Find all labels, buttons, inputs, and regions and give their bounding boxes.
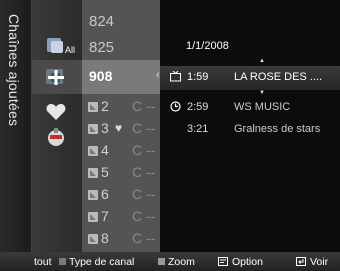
enter-icon (296, 257, 306, 266)
channel-row[interactable]: 3 ♥ C -- (82, 118, 160, 140)
channel-number-column: 824 825 908 2 C -- 3 ♥ C -- 4 C -- 5 C -… (82, 0, 160, 252)
program-time: 3:21 (187, 123, 209, 135)
program-date: 1/1/2008 (186, 40, 229, 52)
selection-left-arrow-icon[interactable]: ‹ (156, 69, 160, 81)
channel-name: C -- (132, 98, 156, 114)
tv-icon (170, 71, 181, 82)
favorite-heart-icon[interactable] (45, 102, 71, 124)
channel-row[interactable]: 7 C -- (82, 206, 160, 228)
gray-button-icon (59, 258, 66, 265)
channel-row[interactable]: 825 (82, 36, 160, 58)
help-all-label[interactable]: tout (34, 256, 52, 268)
channel-name: C -- (132, 120, 156, 136)
channel-number: 824 (89, 13, 115, 30)
channel-row[interactable]: 4 C -- (82, 140, 160, 162)
program-title: LA ROSE DES .... (234, 71, 323, 83)
program-title: WS MUSIC (234, 101, 291, 113)
tv-icon (88, 168, 98, 178)
tv-icon (88, 234, 98, 244)
channel-number: 3 (101, 120, 109, 136)
help-view[interactable]: Voir (310, 256, 328, 268)
program-row-selected[interactable]: 1:59 LA ROSE DES .... (160, 66, 340, 90)
tv-icon (88, 212, 98, 222)
program-list: 1/1/2008 ▲ 1:59 LA ROSE DES .... ▼ 2:59 … (160, 0, 340, 252)
help-option[interactable]: Option (232, 256, 263, 268)
panel-title-strip: Chaînes ajoutées (0, 0, 32, 252)
channel-number: 825 (89, 39, 115, 56)
program-time: 1:59 (187, 71, 209, 83)
add-channel-icon (46, 69, 64, 85)
program-title: Gralness de stars (234, 123, 321, 135)
channel-name: C -- (132, 186, 156, 202)
help-bar: tout Type de canal Zoom Option Voir (0, 252, 340, 271)
tv-icon (88, 102, 98, 112)
channel-row-selected[interactable]: 908 (82, 60, 160, 94)
channel-row[interactable]: 8 C -- (82, 228, 160, 250)
channel-row[interactable]: 6 C -- (82, 184, 160, 206)
channel-number: 4 (101, 142, 109, 158)
channel-number: 5 (101, 164, 109, 180)
program-row[interactable]: 3:21 Gralness de stars (160, 118, 340, 140)
program-time: 2:59 (187, 101, 209, 113)
panel-title: Chaînes ajoutées (6, 14, 22, 127)
channel-name: C -- (132, 164, 156, 180)
favorite-heart-icon: ♥ (115, 121, 123, 135)
channel-number: 6 (101, 186, 109, 202)
scroll-up-arrow-icon[interactable]: ▲ (259, 58, 265, 64)
all-label: All (65, 45, 75, 55)
channel-name: C -- (132, 208, 156, 224)
category-added-selected[interactable] (32, 60, 82, 94)
channel-number: 908 (89, 68, 113, 84)
program-row[interactable]: 2:59 WS MUSIC (160, 96, 340, 118)
category-icon-column: All (32, 0, 82, 252)
gray-button-icon (158, 258, 165, 265)
help-channel-type[interactable]: Type de canal (69, 256, 134, 268)
channel-number: 7 (101, 208, 109, 224)
reserved-channel-icon[interactable] (45, 126, 71, 148)
channel-number: 8 (101, 230, 109, 246)
channel-number: 2 (101, 98, 109, 114)
tools-icon (218, 257, 228, 266)
channel-row[interactable]: 5 C -- (82, 162, 160, 184)
channel-row[interactable]: 824 (82, 10, 160, 32)
all-channels-icon[interactable]: All (45, 36, 75, 58)
channel-list-screen: Chaînes ajoutées All 824 825 908 2 C -- … (0, 0, 340, 271)
channel-name: C -- (132, 230, 156, 246)
channel-row[interactable]: 2 C -- (82, 96, 160, 118)
help-zoom[interactable]: Zoom (168, 256, 195, 268)
tv-icon (88, 146, 98, 156)
tv-icon (88, 124, 98, 134)
clock-icon (170, 101, 181, 112)
channel-name: C -- (132, 142, 156, 158)
tv-icon (88, 190, 98, 200)
